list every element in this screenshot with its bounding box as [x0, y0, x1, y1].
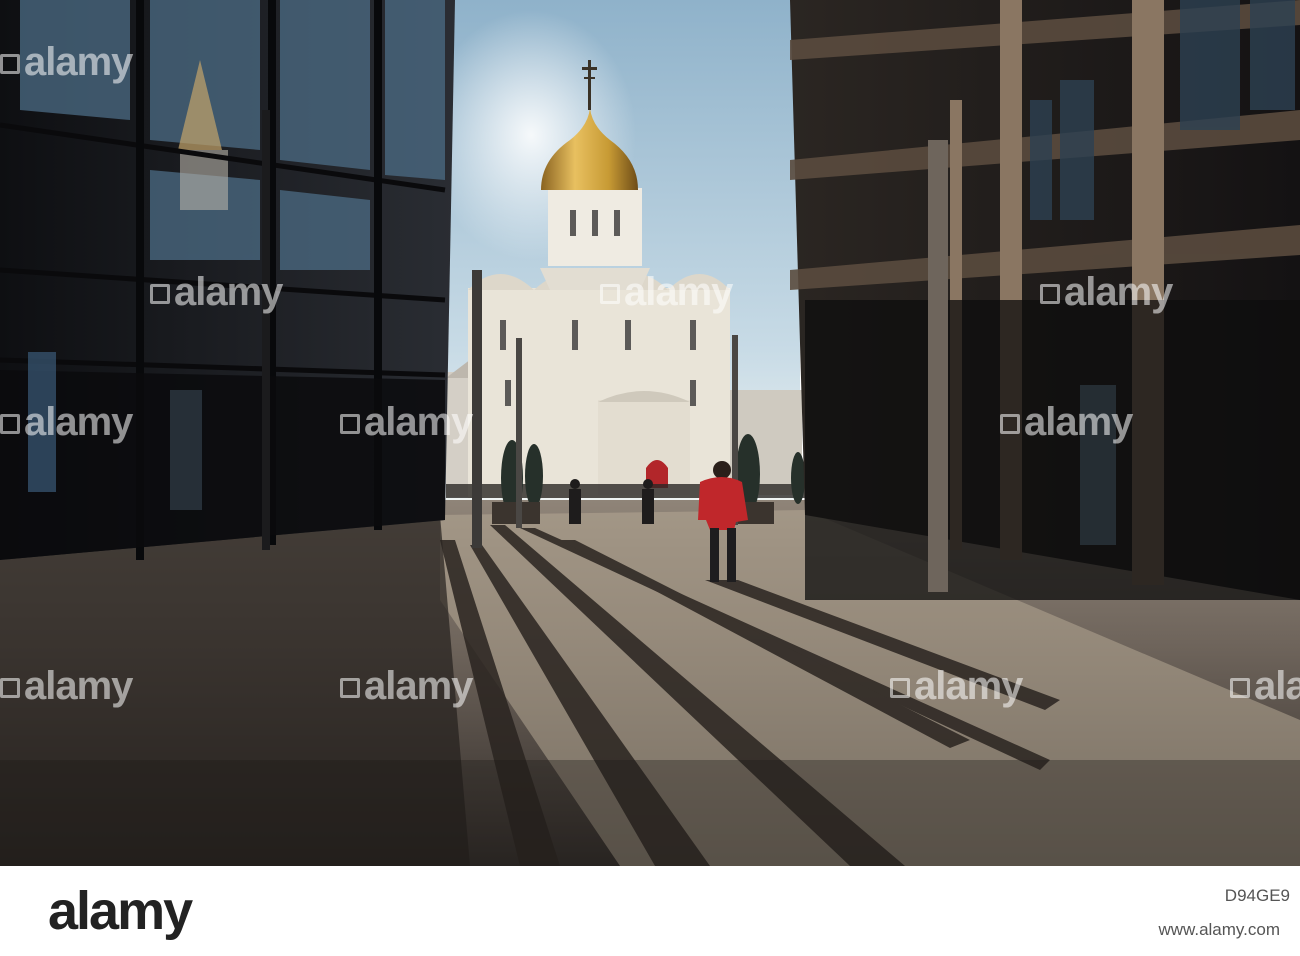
watermark-mark: alamy [1040, 270, 1173, 315]
alamy-logo: alamy [48, 881, 193, 941]
site-url: www.alamy.com [1158, 920, 1280, 939]
watermark-mark: alamy [0, 664, 133, 709]
watermark-banner [0, 866, 1300, 956]
watermark-mark: alamy [340, 664, 473, 709]
watermark-mark: alamy [150, 270, 283, 315]
watermark-mark: alamy [0, 40, 133, 85]
watermark-mark: alamy [340, 400, 473, 445]
image-id: D94GE9 [1224, 886, 1290, 905]
watermark-mark: alamy [1230, 664, 1300, 709]
watermark-mark: alamy [0, 400, 133, 445]
watermark-mark: alamy [890, 664, 1023, 709]
watermark-mark: alamy [1000, 400, 1133, 445]
watermark-mark: alamy [600, 270, 733, 315]
